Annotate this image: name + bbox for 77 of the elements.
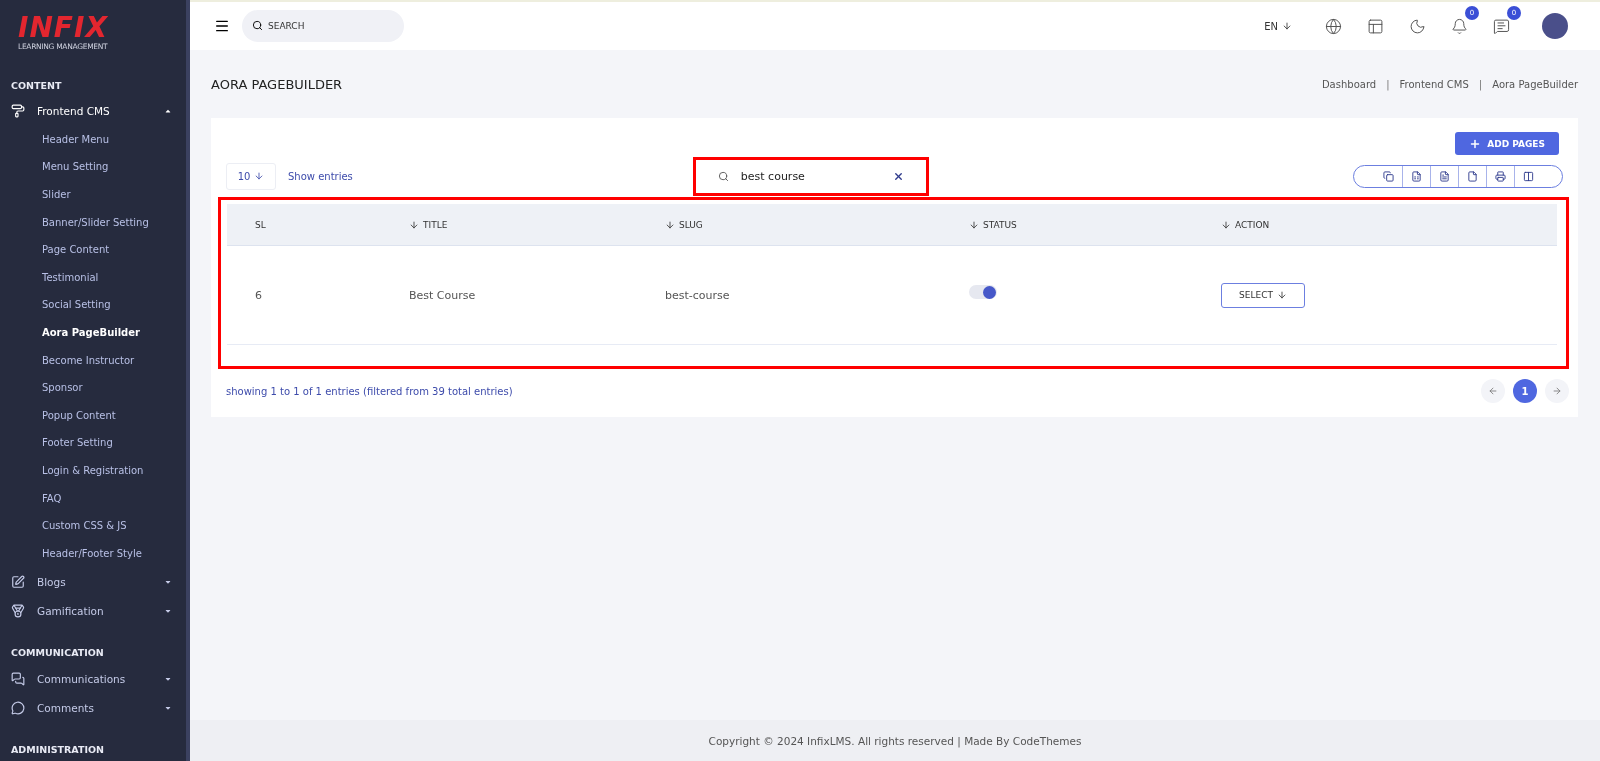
page-button[interactable]: 1 — [1513, 379, 1537, 403]
column-header[interactable]: STATUS — [941, 204, 1193, 246]
arrow-down-icon — [1282, 21, 1292, 31]
sidebar-subitem[interactable]: Popup Content — [0, 401, 186, 430]
file-icon — [1467, 170, 1478, 182]
paint-roller-icon — [11, 104, 25, 118]
select-button[interactable]: SELECT — [1221, 282, 1305, 308]
sidebar-subitem[interactable]: Footer Setting — [0, 429, 186, 457]
sidebar-subitem[interactable]: Custom CSS & JS — [0, 511, 186, 540]
search-icon — [717, 170, 729, 182]
document-icon — [1439, 170, 1450, 182]
copy-icon — [1382, 170, 1394, 182]
sidebar-subitem[interactable]: Aora PageBuilder — [0, 318, 186, 347]
sidebar-item[interactable]: Gamification — [0, 596, 186, 625]
medal-icon — [11, 603, 25, 618]
moon-icon[interactable] — [1408, 17, 1426, 35]
sidebar-subitem[interactable]: Menu Setting — [0, 153, 186, 181]
sidebar-item[interactable]: Frontend CMS — [0, 96, 186, 126]
logo-title: INFIX — [18, 14, 109, 42]
sidebar-subitem[interactable]: Social Setting — [0, 291, 186, 319]
arrow-down-icon — [1276, 290, 1287, 300]
sidebar-subitem[interactable]: Page Content — [0, 235, 186, 264]
bell-icon[interactable] — [1450, 17, 1468, 35]
sidebar-subitem[interactable]: FAQ — [0, 484, 186, 512]
status-toggle[interactable] — [969, 285, 997, 299]
arrow-down-icon — [254, 171, 265, 181]
plus-icon — [1469, 137, 1482, 150]
column-header[interactable]: ACTION — [1193, 204, 1557, 246]
sidebar-subitem[interactable]: Sponsor — [0, 373, 186, 402]
breadcrumb-separator: | — [1478, 78, 1483, 90]
sidebar-item[interactable]: Blogs — [0, 567, 186, 596]
arrow-right-icon — [1552, 386, 1562, 396]
sidebar-subitem[interactable]: Become Instructor — [0, 346, 186, 374]
copyright-text: Copyright © 2024 InfixLMS. All rights reserved | Made By CodeThemes — [708, 734, 1082, 747]
page-title: AORA PAGEBUILDER — [211, 76, 343, 92]
sidebar-subitem[interactable]: Login & Registration — [0, 456, 186, 485]
speech-bubble-icon — [11, 700, 25, 715]
chat-bubbles-icon — [11, 671, 25, 686]
entries-select[interactable]: 10 — [226, 162, 276, 190]
sidebar-section-heading: ADMINISTRATION — [10, 743, 105, 757]
globe-icon[interactable] — [1324, 17, 1342, 35]
search-icon — [252, 20, 263, 31]
layout-icon[interactable] — [1366, 17, 1384, 35]
column-header[interactable]: TITLE — [381, 204, 637, 246]
breadcrumb-link[interactable]: Dashboard — [1321, 78, 1377, 90]
breadcrumb-link[interactable]: Aora PageBuilder — [1492, 78, 1578, 90]
sidebar-subitem[interactable]: Banner/Slider Setting — [0, 208, 186, 236]
entries-info: showing 1 to 1 of 1 entries (filtered from 39 total entries) — [226, 385, 513, 397]
edit-icon — [11, 574, 25, 589]
add-pages-button[interactable]: ADD PAGES — [1455, 132, 1559, 155]
sidebar-item[interactable]: Communications — [0, 664, 186, 693]
avatar[interactable] — [1542, 13, 1568, 39]
print-icon — [1495, 170, 1506, 182]
language-selector[interactable]: EN — [1264, 20, 1292, 32]
sidebar-subitem[interactable]: Slider — [0, 180, 186, 209]
column-header[interactable]: SL — [227, 204, 381, 246]
table-cell: best-course — [637, 246, 941, 345]
breadcrumb-separator: | — [1386, 78, 1390, 90]
close-icon[interactable] — [892, 170, 904, 182]
table-cell: 6 — [227, 246, 381, 345]
table-cell: Best Course — [381, 246, 637, 345]
sidebar-section-heading: COMMUNICATION — [10, 646, 105, 660]
breadcrumb-link[interactable]: Frontend CMS — [1399, 78, 1469, 90]
spreadsheet-icon — [1411, 170, 1422, 182]
menu-icon[interactable] — [214, 18, 230, 34]
sidebar-subitem[interactable]: Header/Footer Style — [0, 539, 186, 567]
sidebar-subitem[interactable]: Header Menu — [0, 125, 186, 154]
arrow-left-icon — [1488, 386, 1498, 396]
sidebar-subitem[interactable]: Testimonial — [0, 263, 186, 292]
sidebar-item[interactable]: Comments — [0, 693, 186, 722]
message-icon[interactable] — [1492, 17, 1510, 35]
entries-label: Show entries — [288, 170, 353, 182]
search-field[interactable]: SEARCH — [242, 10, 404, 42]
column-header[interactable]: SLUG — [637, 204, 941, 246]
caret-up-icon — [164, 107, 172, 115]
sidebar-section-heading: CONTENT — [10, 78, 63, 93]
columns-icon — [1523, 170, 1534, 182]
